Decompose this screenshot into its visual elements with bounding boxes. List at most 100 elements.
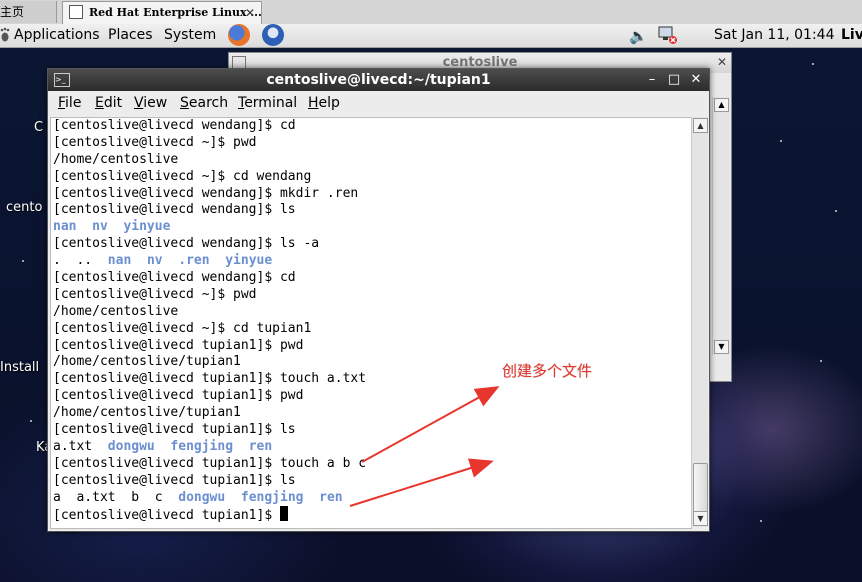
file-name xyxy=(92,439,108,454)
terminal-line: [centoslive@livecd tupian1]$ pwd xyxy=(53,337,304,353)
background-scrollbar[interactable]: ▲ ▼ xyxy=(712,97,729,355)
terminal-line: [centoslive@livecd tupian1]$ touch a.txt xyxy=(53,371,367,387)
file-name: a.txt xyxy=(53,438,93,454)
menu-label: earch xyxy=(188,95,229,111)
browser-tab-strip: 主页 Red Hat Enterprise Linux ... ✕ xyxy=(0,0,862,25)
close-icon[interactable]: ✕ xyxy=(717,55,727,69)
directory-name: yinyue xyxy=(123,219,171,235)
file-name: . xyxy=(53,253,61,269)
clock[interactable]: Sat Jan 11, 01:44 xyxy=(714,27,835,43)
terminal-line: [centoslive@livecd ~]$ cd wendang xyxy=(53,168,312,184)
directory-name: nan xyxy=(53,219,77,235)
mnemonic: F xyxy=(58,95,66,111)
terminal-scrollbar[interactable]: ▲ ▼ xyxy=(691,117,708,527)
terminal-titlebar[interactable]: >_ centoslive@livecd:~/tupian1 – □ ✕ xyxy=(48,69,709,91)
file-name: a xyxy=(53,489,61,505)
terminal-line: /home/centoslive xyxy=(53,303,179,319)
file-name xyxy=(233,439,249,454)
menu-label: dit xyxy=(103,95,123,111)
star xyxy=(812,63,814,65)
terminal-line: /home/centoslive xyxy=(53,151,179,167)
terminal-line: a.txt dongwu fengjing ren xyxy=(53,439,366,456)
star xyxy=(22,260,24,262)
menu-applications[interactable]: Applications xyxy=(14,27,100,43)
terminal-line: [centoslive@livecd ~]$ pwd xyxy=(53,286,257,302)
terminal-line: /home/centoslive/tupian1 xyxy=(53,354,241,370)
file-name xyxy=(304,490,320,505)
tab-red-hat[interactable]: Red Hat Enterprise Linux ... ✕ xyxy=(62,1,262,24)
terminal-line: [centoslive@livecd wendang]$ ls xyxy=(53,202,296,218)
user-menu[interactable]: Liv xyxy=(841,27,862,43)
desktop-label-home[interactable]: cento xyxy=(6,200,42,215)
close-icon[interactable]: ✕ xyxy=(245,2,255,24)
mnemonic: S xyxy=(180,95,189,111)
directory-name: ren xyxy=(319,489,343,505)
star xyxy=(835,210,837,212)
terminal-screen[interactable]: [centoslive@livecd wendang]$ cd [centosli… xyxy=(50,117,692,529)
network-icon[interactable] xyxy=(658,26,678,44)
file-name xyxy=(155,439,171,454)
directory-name: fengjing xyxy=(170,438,234,454)
menu-view[interactable]: View xyxy=(134,91,167,116)
menu-label: iew xyxy=(143,95,168,111)
minimize-button[interactable]: – xyxy=(641,69,663,91)
terminal-line: a a.txt b c dongwu fengjing ren xyxy=(53,490,366,507)
directory-name: fengjing xyxy=(240,489,304,505)
desktop-label-computer[interactable]: C xyxy=(34,120,43,135)
scrollbar-thumb[interactable] xyxy=(693,463,708,513)
menu-search[interactable]: Search xyxy=(180,91,228,116)
terminal-line: [centoslive@livecd tupian1]$ pwd xyxy=(53,388,304,404)
star xyxy=(780,140,782,142)
star xyxy=(760,520,762,522)
terminal-menubar: File Edit View Search Terminal Help xyxy=(48,91,709,116)
directory-name: dongwu xyxy=(178,489,226,505)
file-name xyxy=(210,253,226,268)
volume-icon[interactable]: 🔈 xyxy=(629,27,648,45)
annotation-label: 创建多个文件 xyxy=(502,362,593,380)
star xyxy=(30,420,32,422)
file-name xyxy=(225,490,241,505)
menu-system[interactable]: System xyxy=(164,27,216,43)
maximize-button[interactable]: □ xyxy=(663,69,685,91)
menu-help[interactable]: Help xyxy=(308,91,340,116)
directory-name: .ren xyxy=(178,253,210,269)
mnemonic: H xyxy=(308,95,319,111)
terminal-line: [centoslive@livecd wendang]$ mkdir .ren xyxy=(53,185,359,201)
scroll-up-icon[interactable]: ▲ xyxy=(693,118,708,133)
directory-name: ren xyxy=(248,438,273,454)
file-name xyxy=(61,490,77,505)
scroll-down-icon[interactable]: ▼ xyxy=(693,511,708,526)
tab-home[interactable]: 主页 xyxy=(0,1,57,23)
terminal-line: [centoslive@livecd wendang]$ ls -a xyxy=(53,236,320,252)
menu-places[interactable]: Places xyxy=(108,27,153,43)
directory-name: nv xyxy=(146,253,163,269)
menu-edit[interactable]: Edit xyxy=(95,91,122,116)
desktop-label-install[interactable]: Install xyxy=(0,360,39,375)
file-name: b xyxy=(131,489,140,505)
menu-file[interactable]: File xyxy=(58,91,81,116)
terminal-line: /home/centoslive/tupian1 xyxy=(53,405,241,421)
file-name xyxy=(163,490,179,505)
terminal-line: [centoslive@livecd tupian1]$ ls xyxy=(53,472,296,488)
file-name: a.txt xyxy=(76,489,116,505)
terminal-line: [centoslive@livecd tupian1]$ xyxy=(53,506,366,523)
terminal-line: nan nv yinyue xyxy=(53,219,366,236)
file-name: .. xyxy=(76,253,93,269)
firefox-icon[interactable] xyxy=(228,24,250,46)
foot-icon xyxy=(0,27,10,42)
terminal-window[interactable]: >_ centoslive@livecd:~/tupian1 – □ ✕ Fil… xyxy=(47,68,710,532)
text-cursor xyxy=(279,506,288,522)
terminal-line: [centoslive@livecd wendang]$ cd xyxy=(53,118,296,133)
menu-label: ile xyxy=(65,95,82,111)
scroll-up-icon[interactable]: ▲ xyxy=(714,98,729,112)
file-name xyxy=(61,253,77,268)
thunderbird-icon[interactable] xyxy=(262,24,284,46)
mnemonic: E xyxy=(95,95,104,111)
close-button[interactable]: ✕ xyxy=(685,69,707,91)
directory-name: dongwu xyxy=(107,438,155,454)
menu-terminal[interactable]: Terminal xyxy=(238,91,297,116)
tab-label: Red Hat Enterprise Linux ... xyxy=(89,6,262,19)
scroll-down-icon[interactable]: ▼ xyxy=(714,340,729,354)
file-name xyxy=(131,253,147,268)
file-name xyxy=(116,490,132,505)
